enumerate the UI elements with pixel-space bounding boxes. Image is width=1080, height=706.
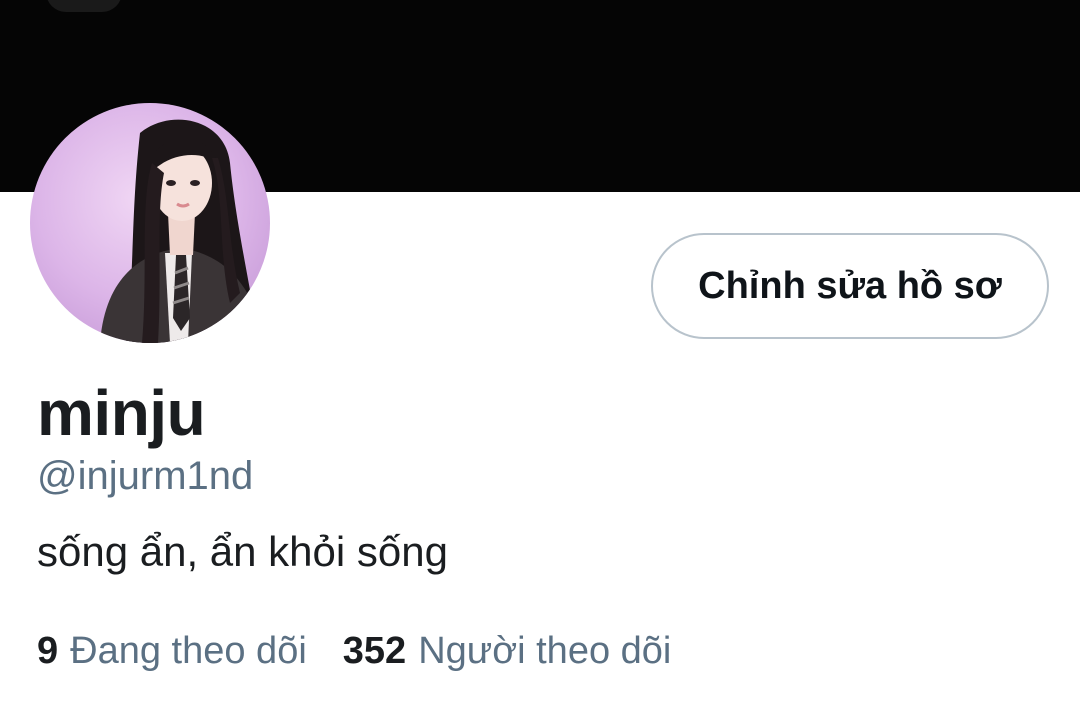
profile-page: Chỉnh sửa hồ sơ minju @injurm1nd sống ẩn… — [0, 0, 1080, 706]
followers-count: 352 — [342, 630, 407, 672]
user-bio: sống ẩn, ẩn khỏi sống — [37, 528, 448, 575]
display-name: minju — [37, 377, 206, 449]
avatar[interactable] — [30, 103, 270, 343]
back-button[interactable] — [46, 0, 122, 12]
user-handle: @injurm1nd — [37, 454, 254, 498]
edit-profile-button[interactable]: Chỉnh sửa hồ sơ — [651, 233, 1049, 339]
followers-label: Người theo dõi — [418, 630, 672, 672]
following-label: Đang theo dõi — [70, 630, 307, 672]
following-count: 9 — [37, 630, 59, 672]
following-stat[interactable]: 9 Đang theo dõi — [37, 630, 307, 673]
followers-stat[interactable]: 352 Người theo dõi — [343, 630, 672, 673]
avatar-image — [30, 103, 270, 343]
follow-stats: 9 Đang theo dõi 352 Người theo dõi — [37, 630, 671, 673]
